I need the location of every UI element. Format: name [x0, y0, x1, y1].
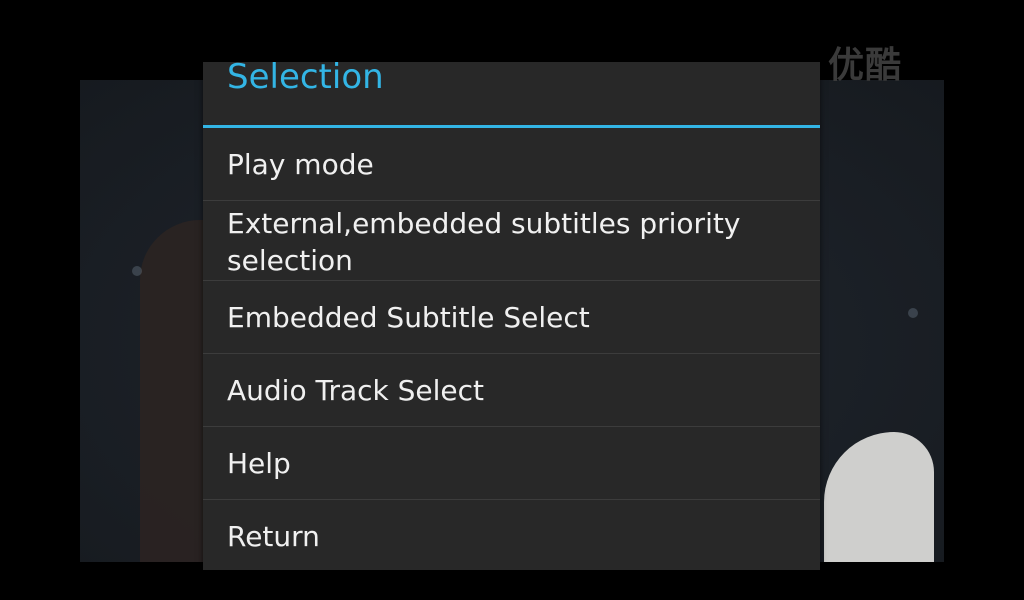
menu-item-subtitle-priority[interactable]: External,embedded subtitles priority sel…	[203, 201, 820, 281]
video-figure-shoulder	[824, 432, 934, 562]
menu-item-play-mode[interactable]: Play mode	[203, 128, 820, 201]
screen: 优酷 Selection Play mode External,embedded…	[0, 0, 1024, 600]
menu-item-return[interactable]: Return	[203, 500, 820, 570]
menu-item-embedded-subtitle-select[interactable]: Embedded Subtitle Select	[203, 281, 820, 354]
menu-item-help[interactable]: Help	[203, 427, 820, 500]
menu-item-audio-track-select[interactable]: Audio Track Select	[203, 354, 820, 427]
selection-dialog: Selection Play mode External,embedded su…	[203, 62, 820, 570]
video-light-spot	[908, 308, 918, 318]
video-light-spot	[132, 266, 142, 276]
dialog-title: Selection	[203, 62, 820, 125]
youku-watermark: 优酷	[827, 45, 902, 86]
menu-list: Play mode External,embedded subtitles pr…	[203, 128, 820, 570]
dialog-title-text: Selection	[227, 62, 384, 97]
